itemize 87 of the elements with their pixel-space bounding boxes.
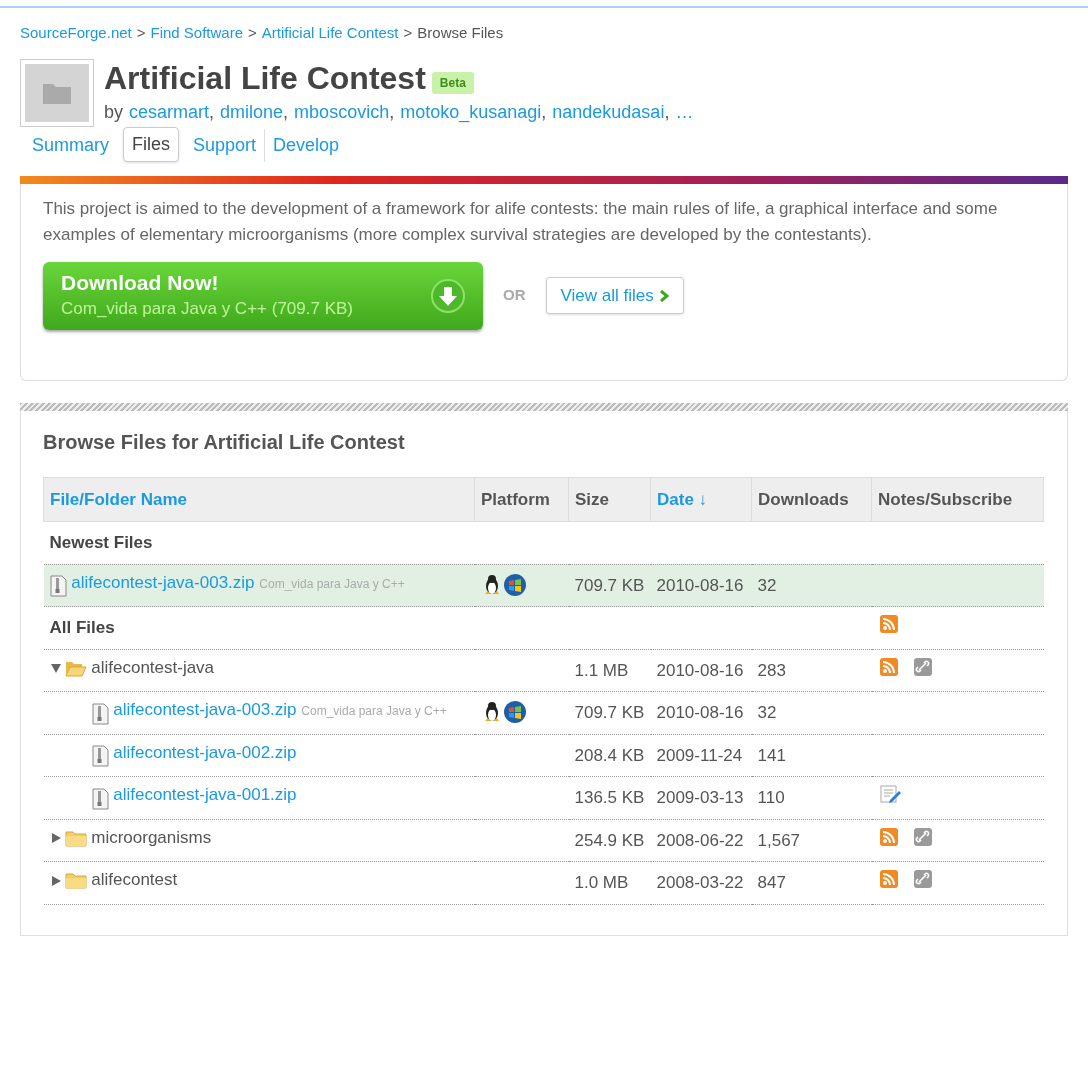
file-link[interactable]: alifecontest-java-002.zip xyxy=(113,742,297,762)
rss-feed-icon[interactable] xyxy=(879,615,898,633)
link-icon[interactable] xyxy=(913,657,932,676)
open-folder-icon xyxy=(64,659,87,677)
folder-name[interactable]: alifecontest-java xyxy=(91,657,215,677)
comma: , xyxy=(283,100,289,124)
rss-feed-icon[interactable] xyxy=(879,827,898,846)
expanded-caret-icon[interactable] xyxy=(49,662,62,674)
file-note: Com_vida para Java y C++ xyxy=(301,704,447,718)
file-size: 254.9 KB xyxy=(574,830,645,850)
folder-name[interactable]: alifecontest xyxy=(91,870,178,889)
folder-icon xyxy=(64,872,87,889)
file-date: 2010-08-16 xyxy=(656,660,744,680)
download-now-button[interactable]: Download Now! Com_vida para Java y C++ (709.7 KB) xyxy=(43,261,483,330)
breadcrumb-separator: > xyxy=(403,23,413,43)
section-heading: Newest Files xyxy=(49,533,153,552)
view-all-files-button[interactable]: View all files xyxy=(545,276,684,315)
download-count: 32 xyxy=(757,575,777,595)
comma: , xyxy=(389,100,395,124)
chevron-right-icon xyxy=(659,289,669,302)
column-header[interactable]: Date ↓ xyxy=(650,477,752,522)
file-size: 709.7 KB xyxy=(574,575,645,595)
breadcrumb-link[interactable]: Artificial Life Contest xyxy=(261,22,399,45)
edit-notes-icon[interactable] xyxy=(879,785,902,803)
column-header: Platform xyxy=(474,477,569,522)
file-size: 1.1 MB xyxy=(574,660,629,680)
link-icon[interactable] xyxy=(913,870,932,888)
file-size: 1.0 MB xyxy=(574,873,629,892)
breadcrumb-link[interactable]: Find Software xyxy=(150,22,244,45)
download-count: 283 xyxy=(757,660,786,680)
file-date: 2009-11-24 xyxy=(656,745,743,765)
zip-file-icon xyxy=(49,575,67,597)
link-icon[interactable] xyxy=(913,827,932,846)
section-heading: All Files xyxy=(49,618,115,637)
more-developers-link[interactable]: … xyxy=(675,98,694,126)
file-date: 2008-03-22 xyxy=(656,873,744,892)
developer-link[interactable]: dmilone xyxy=(220,98,284,126)
download-count: 847 xyxy=(757,873,786,892)
column-header[interactable]: File/Folder Name xyxy=(43,477,475,522)
nav-tab[interactable]: Support xyxy=(185,128,266,162)
developer-link[interactable]: cesarmart xyxy=(129,98,210,126)
breadcrumb-link[interactable]: SourceForge.net xyxy=(20,22,132,45)
folder-name[interactable]: microorganisms xyxy=(91,827,212,847)
beta-badge: Beta xyxy=(431,71,474,94)
download-count: 1,567 xyxy=(757,830,801,850)
comma: , xyxy=(664,100,670,124)
file-date: 2009-03-13 xyxy=(656,788,744,807)
column-header: Notes/Subscribe xyxy=(871,477,1044,522)
zip-file-icon xyxy=(91,787,109,810)
file-size: 709.7 KB xyxy=(574,703,645,722)
rss-feed-icon[interactable] xyxy=(879,870,898,888)
file-link[interactable]: alifecontest-java-001.zip xyxy=(113,785,297,804)
zip-file-icon xyxy=(91,745,109,767)
nav-tab[interactable]: Summary xyxy=(24,128,117,162)
nav-tab[interactable]: Files xyxy=(123,126,180,162)
file-date: 2010-08-16 xyxy=(656,575,744,595)
project-title: Artificial Life Contest xyxy=(104,58,426,97)
breadcrumb-current: Browse Files xyxy=(417,23,504,43)
developer-link[interactable]: nandekudasai xyxy=(552,98,665,126)
download-count: 110 xyxy=(757,788,785,807)
folder-icon xyxy=(64,829,87,847)
column-header: Downloads xyxy=(751,477,872,522)
breadcrumb-separator: > xyxy=(248,23,257,43)
file-date: 2008-06-22 xyxy=(656,830,744,850)
collapsed-caret-icon[interactable] xyxy=(49,874,62,887)
browse-files-heading: Browse Files for Artificial Life Contest xyxy=(43,429,406,455)
download-count: 32 xyxy=(757,703,777,722)
file-link[interactable]: alifecontest-java-003.zip xyxy=(113,700,297,719)
breadcrumb-separator: > xyxy=(136,23,146,43)
project-description: This project is aimed to the development of a framework for alife contests: the main rules of life, a graphical interface and some examples of elementary microorganisms (more complex survival strategies are developed by the contestants). xyxy=(43,197,999,246)
developer-link[interactable]: mboscovich xyxy=(294,98,390,126)
developer-link[interactable]: motoko_kusanagi xyxy=(400,98,542,126)
file-size: 136.5 KB xyxy=(574,788,645,807)
comma: , xyxy=(541,100,547,124)
by-label: by xyxy=(104,100,123,124)
collapsed-caret-icon[interactable] xyxy=(49,832,62,844)
nav-tab[interactable]: Develop xyxy=(265,128,348,162)
file-size: 208.4 KB xyxy=(574,745,645,765)
comma: , xyxy=(209,100,215,124)
rss-feed-icon[interactable] xyxy=(879,657,898,676)
file-link[interactable]: alifecontest-java-003.zip xyxy=(71,572,255,592)
column-header: Size xyxy=(568,477,651,522)
download-count: 141 xyxy=(757,745,786,765)
or-label: OR xyxy=(503,285,526,306)
file-date: 2010-08-16 xyxy=(656,703,744,722)
zip-file-icon xyxy=(91,702,109,725)
file-note: Com_vida para Java y C++ xyxy=(259,576,405,591)
